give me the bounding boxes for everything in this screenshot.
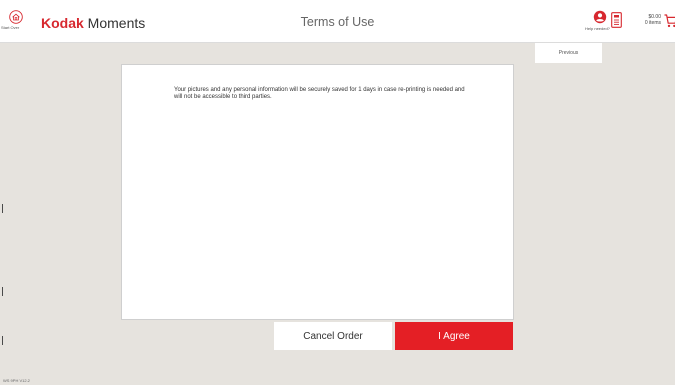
terms-text: Your pictures and any personal informati… <box>174 87 465 100</box>
start-over-label: Start Over <box>1 25 20 30</box>
help-label: Help needed? <box>585 26 610 31</box>
brand-logo: Kodak Moments <box>41 15 145 31</box>
start-over-button[interactable]: Start Over <box>1 10 27 43</box>
brand-name-rest: Moments <box>83 15 146 31</box>
receipt-icon <box>611 12 622 28</box>
help-button[interactable]: Help needed? <box>585 10 612 31</box>
cart-icon <box>664 14 675 28</box>
terms-panel: Your pictures and any personal informati… <box>121 64 514 320</box>
version-label: WS 9PH V12.2 <box>3 378 30 383</box>
edge-mark <box>2 204 3 213</box>
home-icon <box>9 10 23 24</box>
agree-button[interactable]: I Agree <box>395 322 513 350</box>
header-bar: Start Over Kodak Moments Terms of Use He… <box>0 0 675 43</box>
receipt-button[interactable] <box>611 12 622 33</box>
edge-mark <box>2 336 3 345</box>
edge-mark <box>2 287 3 296</box>
brand-name-bold: Kodak <box>41 15 84 31</box>
cart-item-count: 0 items <box>644 20 661 26</box>
previous-button[interactable]: Previous <box>535 43 602 63</box>
user-circle-icon <box>593 10 607 24</box>
cancel-order-button[interactable]: Cancel Order <box>274 322 392 350</box>
